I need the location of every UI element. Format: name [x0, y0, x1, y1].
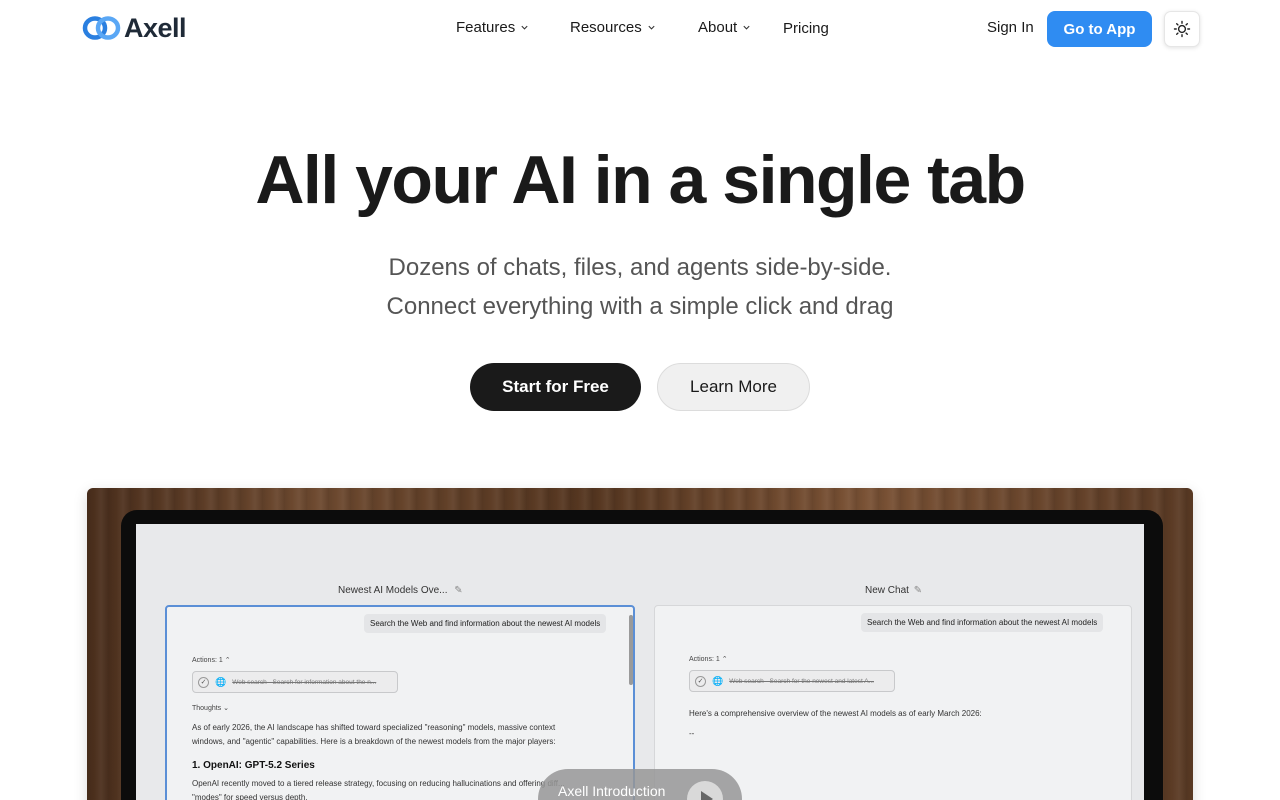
globe-icon: 🌐 — [712, 675, 724, 686]
action-item[interactable]: ✓ 🌐 Web search - Search for information … — [192, 671, 398, 693]
theme-toggle-button[interactable] — [1164, 11, 1200, 47]
action-item[interactable]: ✓ 🌐 Web search - Search for the newest a… — [689, 670, 895, 692]
brand-logo[interactable]: Axell — [82, 13, 187, 43]
actions-label: Actions: 1 ⌃ — [689, 655, 728, 663]
response-text: OpenAI recently moved to a tiered releas… — [192, 777, 565, 800]
chevron-up-icon: ⌃ — [224, 657, 231, 664]
response-line: Here's a comprehensive overview of the n… — [689, 709, 982, 718]
nav-item-pricing[interactable]: Pricing — [783, 20, 829, 37]
hero-cta-group: Start for Free Learn More — [470, 363, 810, 411]
check-icon: ✓ — [198, 676, 209, 688]
response-line: windows, and "agentic" capabilities. Her… — [192, 737, 556, 746]
thoughts-label: Thoughts — [192, 705, 222, 712]
top-navigation: Axell Features Resources About Pricing S… — [0, 0, 1280, 58]
chevron-up-icon: ⌃ — [721, 656, 728, 663]
check-icon: ✓ — [695, 675, 706, 687]
nav-item-resources[interactable]: Resources — [570, 19, 698, 36]
user-message: Search the Web and find information abou… — [364, 614, 607, 633]
response-text: Here's a comprehensive overview of the n… — [689, 707, 982, 741]
app-screenshot: Newest AI Models Ove... ✎ Search the Web… — [136, 524, 1144, 800]
chevron-down-icon — [743, 25, 750, 30]
actions-label: Actions: 1 ⌃ — [192, 656, 231, 664]
actions-label-text: Actions: 1 — [192, 657, 223, 664]
learn-more-button[interactable]: Learn More — [657, 363, 810, 411]
response-line: -- — [689, 729, 695, 738]
go-to-app-button[interactable]: Go to App — [1047, 11, 1152, 47]
nav-item-label: Features — [456, 19, 516, 36]
chevron-down-icon: ⌄ — [223, 705, 230, 712]
intro-video[interactable]: Newest AI Models Ove... ✎ Search the Web… — [87, 488, 1193, 800]
response-text: As of early 2026, the AI landscape has s… — [192, 721, 556, 749]
pencil-icon: ✎ — [454, 585, 463, 596]
hero-subtitle-line: Dozens of chats, files, and agents side-… — [388, 254, 892, 281]
response-line: "modes" for speed versus depth. — [192, 793, 308, 800]
action-text: Web search - Search for information abou… — [232, 678, 377, 686]
user-message: Search the Web and find information abou… — [861, 613, 1104, 632]
chat-panel-title: Newest AI Models Ove... ✎ — [338, 585, 463, 596]
nav-item-about[interactable]: About — [698, 19, 783, 36]
sign-in-link[interactable]: Sign In — [987, 19, 1034, 36]
chat-panel-right[interactable]: Search the Web and find information abou… — [654, 605, 1132, 800]
action-text: Web search - Search for the newest and l… — [729, 677, 874, 685]
nav-item-label: Pricing — [783, 20, 829, 37]
chat-title-text: New Chat — [865, 585, 909, 596]
nav-item-label: About — [698, 19, 738, 36]
chevron-down-icon — [521, 25, 528, 30]
chevron-down-icon — [648, 25, 655, 30]
hero-subtitle-line: Connect everything with a simple click a… — [386, 293, 894, 320]
scrollbar[interactable] — [629, 615, 633, 685]
main-nav: Features Resources About Pricing — [456, 18, 829, 37]
response-line: As of early 2026, the AI landscape has s… — [192, 723, 556, 732]
hero-title: All your AI in a single tab — [255, 142, 1026, 218]
brand-name: Axell — [124, 13, 187, 43]
nav-item-features[interactable]: Features — [456, 19, 570, 36]
thoughts-toggle[interactable]: Thoughts ⌄ — [192, 704, 229, 712]
response-heading: 1. OpenAI: GPT-5.2 Series — [192, 760, 315, 771]
hero-subtitle: Dozens of chats, files, and agents side-… — [0, 248, 1280, 326]
nav-item-label: Resources — [570, 19, 642, 36]
start-for-free-button[interactable]: Start for Free — [470, 363, 641, 411]
infinity-rings-icon — [82, 16, 121, 40]
chat-title-text: Newest AI Models Ove... — [338, 585, 448, 596]
video-title: Axell Introduction — [558, 783, 666, 799]
sun-icon — [1173, 20, 1191, 38]
response-line: OpenAI recently moved to a tiered releas… — [192, 779, 565, 788]
actions-label-text: Actions: 1 — [689, 656, 720, 663]
chat-panel-title: New Chat ✎ — [865, 585, 922, 596]
pencil-icon: ✎ — [913, 585, 923, 596]
globe-icon: 🌐 — [215, 676, 227, 687]
video-play-control[interactable]: Axell Introduction — [538, 769, 742, 800]
play-icon[interactable] — [687, 781, 723, 800]
